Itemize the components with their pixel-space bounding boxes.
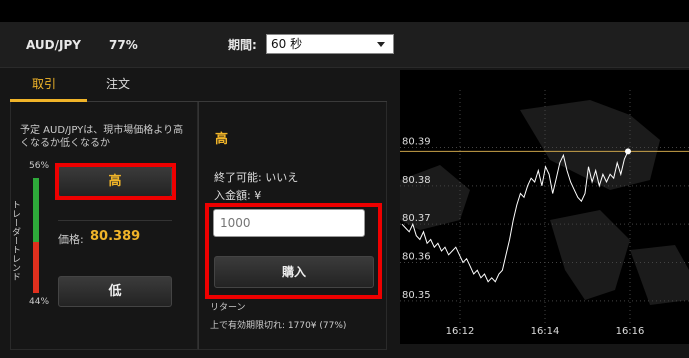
period-value: 60 秒 — [271, 37, 303, 51]
top-strip — [0, 0, 689, 22]
low-button[interactable]: 低 — [58, 276, 172, 307]
period-select[interactable]: 60 秒 — [266, 34, 394, 54]
x-tick-label: 16:12 — [446, 326, 475, 337]
period-label: 期間: — [228, 38, 257, 52]
x-tick-label: 16:14 — [531, 326, 560, 337]
asset-pair: AUD/JPY — [26, 38, 81, 52]
trader-trend-label: トレーダートレンド — [10, 200, 20, 281]
selected-direction: 高 — [215, 132, 229, 147]
x-tick-label: 16:16 — [616, 326, 645, 337]
return-text: 上で有効期限切れ: 1770¥ (77%) — [210, 321, 347, 331]
y-tick-label: 80.39 — [402, 137, 431, 148]
high-percent: 56% — [29, 161, 50, 171]
tab-orders[interactable]: 注文 — [106, 75, 130, 92]
prediction-description: 予定 AUD/JPYは、現市場価格より高くなるか低くなるか — [20, 125, 184, 149]
low-percent: 44% — [29, 297, 50, 307]
trend-bar-high — [33, 178, 39, 242]
y-tick-label: 80.38 — [402, 175, 431, 186]
highlight-high — [55, 163, 176, 200]
price-value: 80.389 — [90, 229, 141, 244]
divider — [58, 220, 172, 221]
highlight-buy — [205, 203, 382, 299]
y-tick-label: 80.37 — [402, 213, 431, 224]
last-price-marker — [625, 148, 631, 155]
y-tick-label: 80.36 — [402, 252, 431, 263]
tab-trade[interactable]: 取引 — [32, 75, 56, 92]
return-label: リターン — [210, 303, 246, 313]
amount-label: 入金額: ¥ — [214, 189, 262, 202]
price-chart[interactable]: 80.39 80.38 80.37 80.36 80.35 16:12 16:14 16:16 — [400, 70, 689, 344]
y-tick-label: 80.35 — [402, 290, 431, 301]
trend-bar-low — [33, 242, 39, 293]
price-label: 価格: — [58, 233, 84, 246]
chevron-down-icon — [377, 42, 385, 47]
tab-bar: 取引 注文 — [10, 67, 387, 102]
early-close-text: 終了可能: いいえ — [214, 171, 299, 184]
payout-percent: 77% — [109, 38, 138, 52]
